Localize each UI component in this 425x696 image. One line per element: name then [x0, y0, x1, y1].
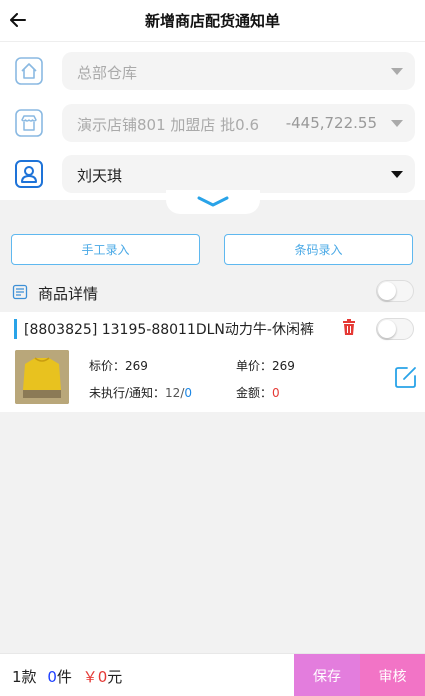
product-name: [8803825] 13195-88011DLN动力牛-休闲裤	[24, 322, 314, 338]
audit-button[interactable]: 审核	[360, 654, 425, 696]
store-value: 演示店铺801 加盟店 批0.6	[77, 116, 260, 134]
total-unit: 元	[107, 668, 123, 686]
page-title: 新增商店配货通知单	[144, 12, 280, 30]
person-row: 刘天琪	[0, 155, 425, 193]
store-select[interactable]: 演示店铺801 加盟店 批0.6 -445,722.55	[62, 104, 415, 142]
home-icon	[14, 56, 44, 86]
tag-price-label: 标价：	[89, 359, 126, 373]
chevron-down-icon	[391, 120, 403, 127]
person-select[interactable]: 刘天琪	[62, 155, 415, 193]
warehouse-select[interactable]: 总部仓库	[62, 52, 415, 90]
toggle-knob	[378, 320, 396, 338]
pending-value: 12/	[165, 386, 185, 400]
list-icon	[12, 284, 28, 300]
top-bar: 新增商店配货通知单	[0, 0, 425, 42]
detail-header: 商品详情	[0, 276, 425, 308]
detail-label: 商品详情	[38, 285, 99, 303]
notified-value: 0	[184, 386, 192, 400]
person-icon	[14, 159, 44, 189]
barcode-entry-button[interactable]: 条码录入	[224, 234, 413, 265]
pending-label: 未执行/通知：	[89, 386, 166, 400]
save-button[interactable]: 保存	[294, 654, 360, 696]
manual-entry-button[interactable]: 手工录入	[11, 234, 200, 265]
tag-price-value: 269	[125, 359, 148, 373]
store-icon	[14, 108, 44, 138]
chevron-down-icon	[391, 171, 403, 178]
pending-notify: 未执行/通知：12/0	[89, 384, 192, 401]
amount-label: 金额：	[236, 386, 273, 400]
chevron-down-icon	[197, 196, 229, 207]
entry-buttons: 手工录入 条码录入	[0, 234, 425, 266]
bottom-bar: 1款 0件 ￥0元 保存 审核	[0, 653, 425, 696]
tag-price: 标价：269	[89, 357, 148, 374]
warehouse-placeholder: 总部仓库	[77, 64, 138, 82]
expand-toggle[interactable]	[166, 190, 260, 214]
order-summary: 1款 0件 ￥0元	[12, 666, 122, 687]
amount: 金额：0	[236, 384, 280, 401]
detail-toggle[interactable]	[376, 280, 414, 302]
product-card: [8803825] 13195-88011DLN动力牛-休闲裤 标价：269 单…	[0, 312, 425, 412]
amount-value: 0	[272, 386, 280, 400]
trash-icon[interactable]	[342, 319, 356, 336]
total-amount: 0	[97, 668, 108, 686]
product-toggle[interactable]	[376, 318, 414, 340]
chevron-down-icon	[391, 68, 403, 75]
warehouse-row: 总部仓库	[0, 52, 425, 90]
order-form: 总部仓库 演示店铺801 加盟店 批0.6 -445,722.55 刘天琪	[0, 42, 425, 200]
accent-bar	[14, 319, 17, 339]
product-image	[15, 350, 69, 404]
unit-price: 单价：269	[236, 357, 295, 374]
store-balance: -445,722.55	[285, 114, 377, 132]
store-row: 演示店铺801 加盟店 批0.6 -445,722.55	[0, 104, 425, 142]
qty-unit: 件	[56, 668, 72, 686]
edit-icon[interactable]	[394, 365, 418, 389]
qty-count: 0	[47, 668, 57, 686]
kinds-count: 1款	[12, 668, 37, 686]
person-value: 刘天琪	[77, 167, 123, 185]
toggle-knob	[378, 282, 396, 300]
currency-symbol: ￥	[82, 668, 98, 686]
unit-price-value: 269	[272, 359, 295, 373]
unit-price-label: 单价：	[236, 359, 273, 373]
